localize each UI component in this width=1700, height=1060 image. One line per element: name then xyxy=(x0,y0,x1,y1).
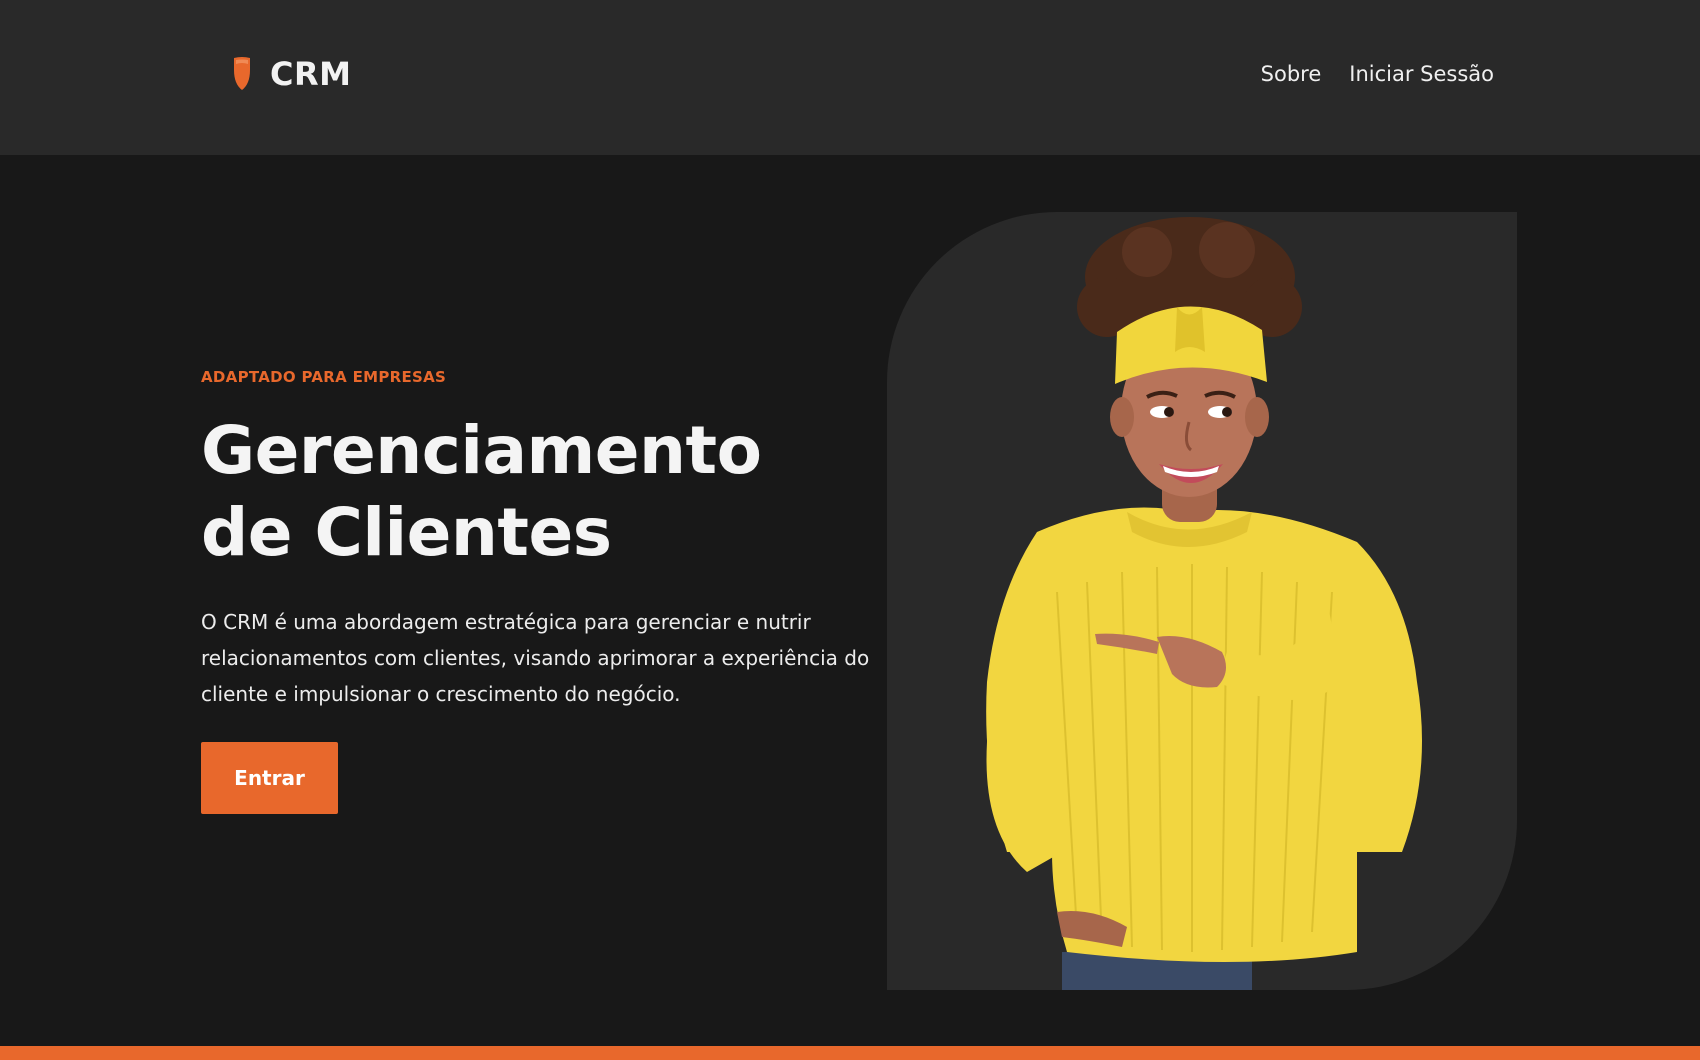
entrar-button[interactable]: Entrar xyxy=(201,742,338,814)
hero-eyebrow: ADAPTADO PARA EMPRESAS xyxy=(201,368,447,386)
hero-person-illustration xyxy=(986,217,1422,990)
bottom-accent-bar xyxy=(0,1046,1700,1060)
hero-title-line-1: Gerenciamento xyxy=(201,412,762,489)
hero-content: ADAPTADO PARA EMPRESAS Gerenciamento de … xyxy=(201,368,881,814)
main-nav: Sobre Iniciar Sessão xyxy=(1261,62,1494,86)
shield-drop-icon xyxy=(234,57,250,90)
brand-name: CRM xyxy=(270,55,352,93)
nav-link-iniciar-sessao[interactable]: Iniciar Sessão xyxy=(1349,62,1494,86)
site-header: CRM Sobre Iniciar Sessão xyxy=(0,0,1700,155)
nav-link-sobre[interactable]: Sobre xyxy=(1261,62,1322,86)
landing-page: CRM Sobre Iniciar Sessão ADAPTADO PARA E… xyxy=(0,0,1700,1060)
brand-logo[interactable]: CRM xyxy=(232,55,351,93)
hero-title: Gerenciamento de Clientes xyxy=(201,410,881,574)
hero-description: O CRM é uma abordagem estratégica para g… xyxy=(201,610,870,706)
hero-image-card xyxy=(887,212,1517,990)
hero-title-line-2: de Clientes xyxy=(201,494,612,571)
